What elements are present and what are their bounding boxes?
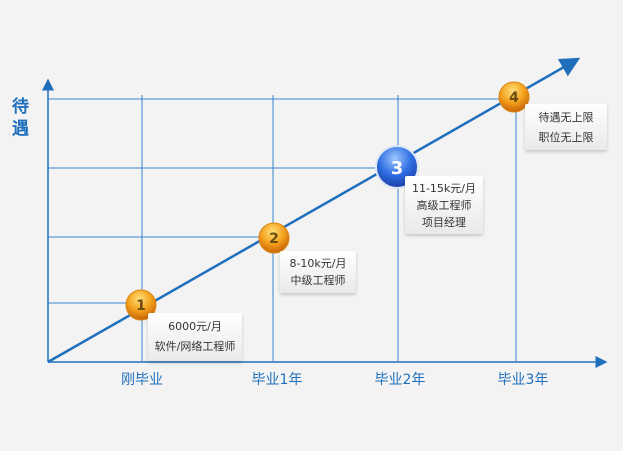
stage-1-role: 软件/网络工程师: [154, 340, 236, 353]
stage-4-salary: 待遇无上限: [538, 111, 594, 124]
stage-3-salary: 11-15k元/月: [411, 182, 477, 195]
stage-2-salary: 8-10k元/月: [289, 257, 347, 270]
stage-2-badge: 2: [258, 222, 290, 254]
y-axis-label-2: 遇: [12, 119, 29, 139]
stage-3-role-2: 项目经理: [422, 216, 466, 229]
stage-3-role: 高级工程师: [416, 199, 472, 212]
stage-3-card: 11-15k元/月 高级工程师 项目经理: [405, 176, 483, 234]
x-label-year-3: 毕业3年: [498, 372, 549, 388]
stage-1-salary: 6000元/月: [168, 320, 222, 333]
x-label-graduation: 刚毕业: [121, 372, 163, 388]
x-label-year-2: 毕业2年: [375, 372, 426, 388]
stage-2-card: 8-10k元/月 中级工程师: [280, 251, 356, 293]
stage-4-number: 4: [509, 90, 519, 106]
career-chart: 待 遇 刚毕业 毕业1年 毕业2年 毕业3年 1 2 3 4 6000元/月 软…: [0, 0, 623, 451]
y-axis-label-1: 待: [12, 96, 29, 117]
chart-canvas: 待 遇 刚毕业 毕业1年 毕业2年 毕业3年 1 2 3 4: [12, 57, 608, 388]
stage-2-number: 2: [269, 231, 279, 247]
stage-4-role: 职位无上限: [538, 131, 594, 144]
stage-4-card: 待遇无上限 职位无上限: [525, 104, 607, 150]
stage-2-role: 中级工程师: [290, 274, 346, 287]
x-label-year-1: 毕业1年: [252, 372, 303, 388]
stage-1-number: 1: [136, 298, 146, 314]
growth-line: [47, 57, 581, 364]
stage-3-number: 3: [391, 158, 404, 179]
stage-1-card: 6000元/月 软件/网络工程师: [148, 313, 242, 361]
